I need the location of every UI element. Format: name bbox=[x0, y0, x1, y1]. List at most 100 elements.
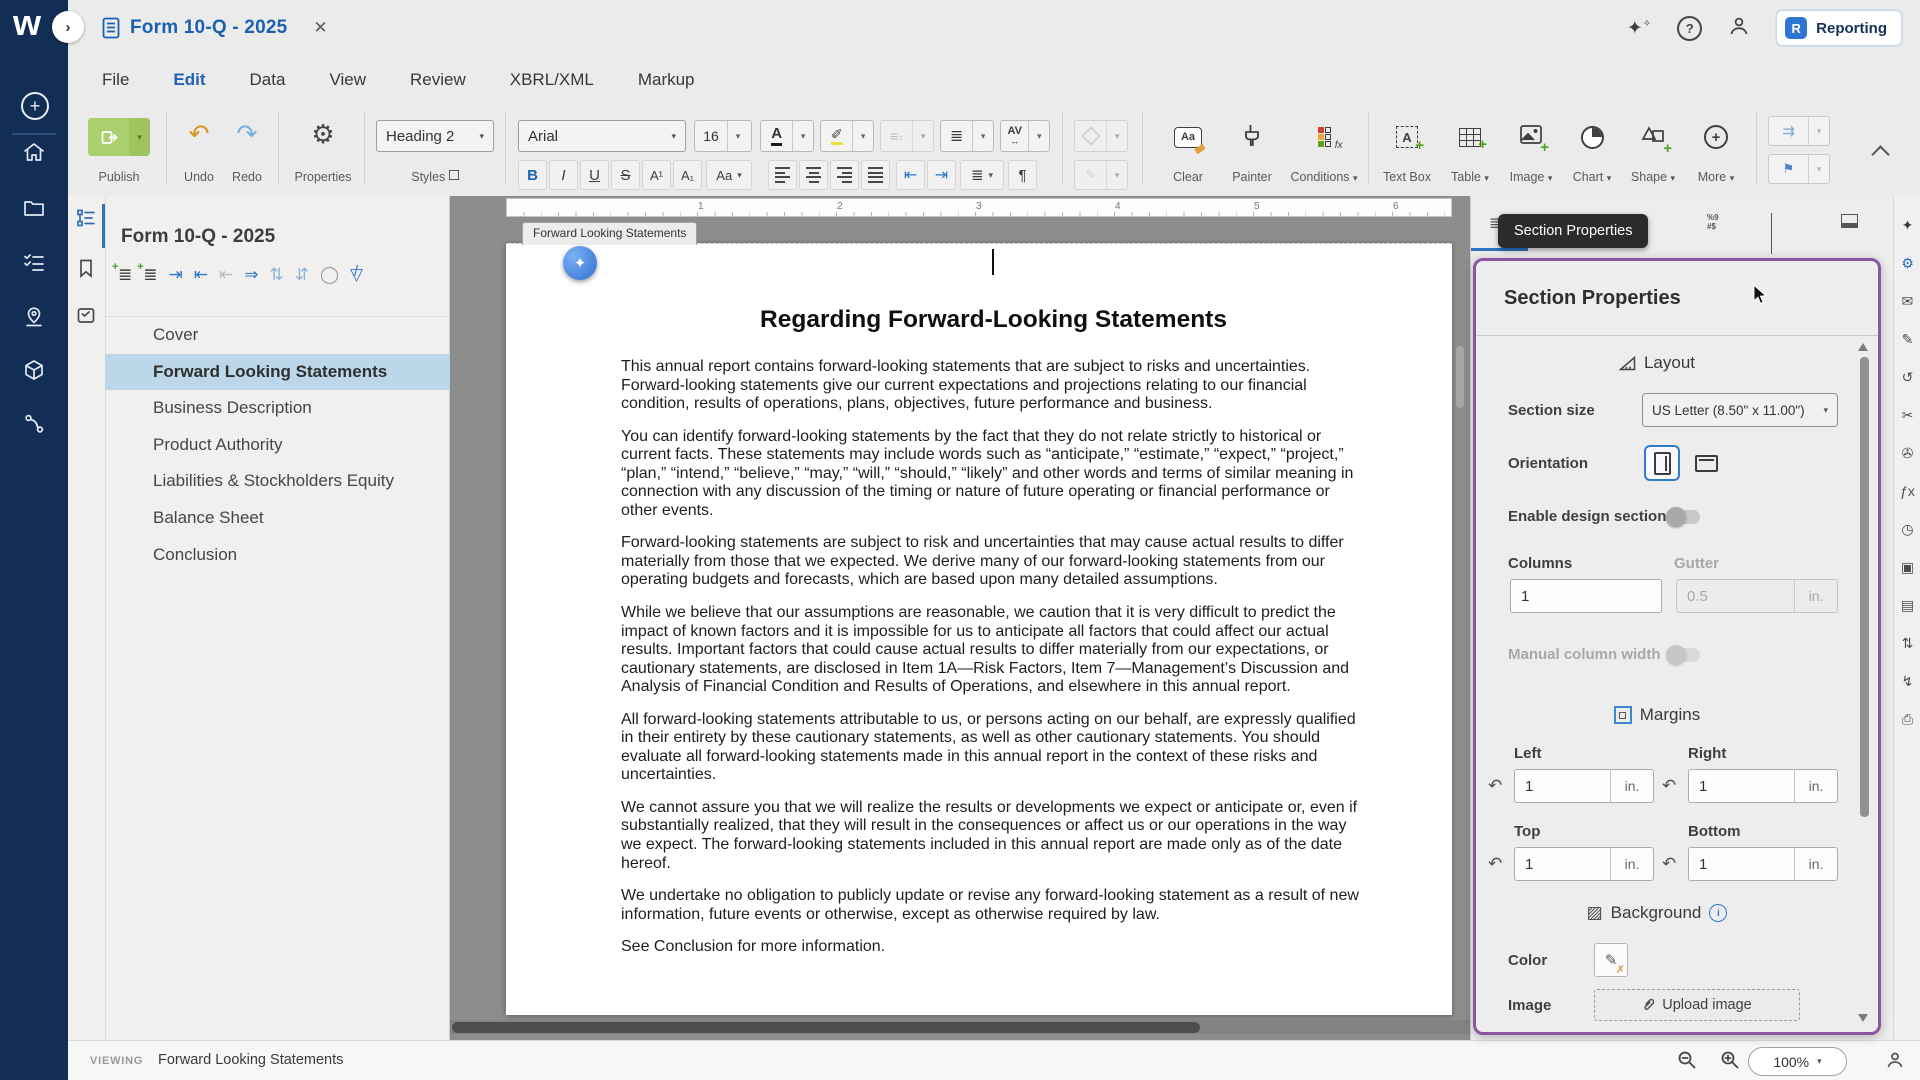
redo-button[interactable]: ↷ bbox=[224, 114, 270, 154]
outline-section-item[interactable]: Product Authority bbox=[105, 427, 450, 464]
margin-bottom-input[interactable]: 1in. bbox=[1688, 847, 1838, 881]
properties-gear-button[interactable]: ⚙ bbox=[290, 114, 356, 154]
outline-section-item[interactable]: Balance Sheet bbox=[105, 500, 450, 537]
orientation-portrait-button[interactable] bbox=[1644, 445, 1680, 481]
align-justify-button[interactable] bbox=[861, 160, 890, 190]
insert-more-button[interactable]: + bbox=[1688, 116, 1744, 158]
document-paragraph[interactable]: Forward-looking statements are subject t… bbox=[621, 534, 1366, 590]
connections-icon[interactable] bbox=[22, 412, 46, 436]
filter-sections-icon[interactable]: ▽/ bbox=[350, 266, 363, 283]
paragraph-style-dropdown[interactable]: Heading 2▾ bbox=[376, 120, 494, 152]
zoom-level-dropdown[interactable]: 100%▾ bbox=[1748, 1047, 1847, 1076]
shortcuts-icon[interactable]: ↯ bbox=[1894, 674, 1920, 688]
insert-table-button[interactable]: + bbox=[1442, 116, 1498, 158]
background-color-button[interactable]: ✎✗ bbox=[1594, 943, 1628, 977]
promote-section-icon[interactable]: ⇒ bbox=[244, 266, 258, 283]
document-page[interactable]: Regarding Forward-Looking Statements Thi… bbox=[506, 243, 1452, 1015]
margin-right-input[interactable]: 1in. bbox=[1688, 769, 1838, 803]
outline-section-item[interactable]: Cover bbox=[105, 317, 450, 354]
align-left-button[interactable] bbox=[768, 160, 797, 190]
move-up-down-icon[interactable]: ⇅ bbox=[270, 266, 284, 283]
document-paragraph[interactable]: You can identify forward-looking stateme… bbox=[621, 428, 1366, 521]
insert-text-box-button[interactable]: A+ bbox=[1376, 116, 1438, 158]
reset-right-margin-icon[interactable]: ↶ bbox=[1662, 776, 1676, 796]
ai-sparkle-icon[interactable]: ✦✧ bbox=[1627, 17, 1651, 40]
cut-icon[interactable]: ✂ bbox=[1894, 408, 1920, 422]
vertical-scrollbar-thumb[interactable] bbox=[1456, 346, 1464, 408]
add-section-above-icon[interactable]: ≣+ bbox=[118, 266, 132, 283]
document-paragraph[interactable]: We undertake no obligation to publicly u… bbox=[621, 887, 1366, 924]
document-paragraph[interactable]: All forward-looking statements attributa… bbox=[621, 711, 1366, 785]
margin-left-input[interactable]: 1in. bbox=[1514, 769, 1654, 803]
subscript-button[interactable]: A₁ bbox=[673, 160, 702, 190]
status-circle-icon[interactable]: ◯ bbox=[320, 266, 339, 283]
home-icon[interactable] bbox=[22, 140, 46, 164]
insert-image-button[interactable]: + bbox=[1502, 116, 1560, 158]
menu-item-edit[interactable]: Edit bbox=[173, 70, 205, 90]
tasks-checklist-icon[interactable] bbox=[22, 250, 46, 274]
font-size-dropdown[interactable]: 16▾ bbox=[694, 120, 752, 152]
outline-view-icon[interactable] bbox=[76, 208, 96, 228]
formatting-marks-button[interactable]: ¶ bbox=[1008, 160, 1037, 190]
collapse-rail-chevron[interactable]: › bbox=[52, 11, 84, 43]
undo-button[interactable]: ↶ bbox=[176, 114, 222, 154]
layout-panels-icon[interactable]: ▤ bbox=[1894, 598, 1920, 612]
menu-item-xbrl-xml[interactable]: XBRL/XML bbox=[510, 70, 594, 90]
outline-section-item[interactable]: Forward Looking Statements bbox=[105, 354, 450, 391]
account-person-icon[interactable] bbox=[1728, 15, 1750, 42]
outdent-section-icon[interactable]: ⇤ bbox=[194, 266, 208, 283]
align-flag-control[interactable]: ⚑▾ bbox=[1768, 154, 1830, 184]
italic-button[interactable]: I bbox=[549, 160, 578, 190]
highlight-color-control[interactable]: ✐▾ bbox=[820, 120, 874, 152]
outline-section-item[interactable]: Conclusion bbox=[105, 537, 450, 574]
panel-scroll-down-arrow[interactable] bbox=[1858, 1014, 1868, 1022]
time-check-icon[interactable]: ◷ bbox=[1894, 522, 1920, 536]
formulas-icon[interactable]: ƒx bbox=[1894, 484, 1920, 498]
bold-button[interactable]: B bbox=[518, 160, 547, 190]
indent-section-icon[interactable]: ⇥ bbox=[169, 266, 183, 283]
increase-indent-button[interactable]: ⇥ bbox=[927, 160, 956, 190]
panel-scrollbar-thumb[interactable] bbox=[1860, 357, 1869, 817]
presence-person-icon[interactable] bbox=[1885, 1050, 1905, 1075]
help-icon[interactable]: ? bbox=[1677, 16, 1702, 41]
document-paragraph[interactable]: We cannot assure you that we will realiz… bbox=[621, 799, 1366, 873]
publish-caret[interactable]: ▾ bbox=[129, 118, 150, 156]
zoom-in-button[interactable] bbox=[1720, 1050, 1740, 1075]
menu-item-markup[interactable]: Markup bbox=[638, 70, 695, 90]
horizontal-scrollbar-thumb[interactable] bbox=[452, 1022, 1200, 1033]
bullet-list-icon[interactable]: ≣ bbox=[941, 121, 973, 151]
pages-icon[interactable]: ▣ bbox=[1894, 560, 1920, 574]
close-tab-icon[interactable]: ✕ bbox=[313, 18, 327, 38]
reorder-icon[interactable]: ⇅ bbox=[1894, 636, 1920, 650]
section-size-dropdown[interactable]: US Letter (8.50" x 11.00")▾ bbox=[1642, 393, 1838, 427]
font-color-icon[interactable]: A bbox=[761, 121, 793, 151]
numbered-list-button[interactable]: ≣▾ bbox=[960, 160, 1004, 190]
info-icon[interactable]: i bbox=[1709, 904, 1727, 922]
number-format-icon[interactable]: %9#$ bbox=[1707, 214, 1719, 232]
menu-item-file[interactable]: File bbox=[102, 70, 129, 90]
attachments-icon[interactable]: ✇ bbox=[1894, 446, 1920, 460]
format-painter-button[interactable] bbox=[1222, 116, 1282, 158]
ai-assist-icon[interactable]: ✦ bbox=[1894, 218, 1920, 232]
menu-item-view[interactable]: View bbox=[329, 70, 366, 90]
insert-shape-button[interactable]: + bbox=[1624, 116, 1682, 158]
outdent-section-disabled-icon[interactable]: ⇤ bbox=[219, 266, 233, 283]
margin-top-input[interactable]: 1in. bbox=[1514, 847, 1654, 881]
section-properties-gear-icon[interactable]: ⚙ bbox=[1894, 256, 1920, 270]
files-folder-icon[interactable] bbox=[22, 196, 46, 220]
reset-top-margin-icon[interactable]: ↶ bbox=[1488, 854, 1502, 874]
insert-chart-button[interactable]: + bbox=[1564, 116, 1620, 158]
menu-item-data[interactable]: Data bbox=[250, 70, 286, 90]
bullet-list-control[interactable]: ≣▾ bbox=[940, 120, 994, 152]
reset-left-margin-icon[interactable]: ↶ bbox=[1488, 776, 1502, 796]
conditions-button[interactable]: fx bbox=[1288, 116, 1360, 158]
orientation-landscape-button[interactable] bbox=[1688, 445, 1724, 481]
superscript-button[interactable]: A¹ bbox=[642, 160, 671, 190]
comments-icon[interactable]: ✉ bbox=[1894, 294, 1920, 308]
workspace-switcher[interactable]: R Reporting bbox=[1776, 10, 1902, 46]
document-heading[interactable]: Regarding Forward-Looking Statements bbox=[621, 306, 1366, 334]
publish-button[interactable]: ▾ bbox=[88, 118, 150, 156]
header-pane-icon[interactable] bbox=[1771, 214, 1772, 254]
fill-color-control[interactable]: ▾ bbox=[1074, 120, 1128, 152]
footer-pane-icon[interactable] bbox=[1841, 214, 1858, 228]
